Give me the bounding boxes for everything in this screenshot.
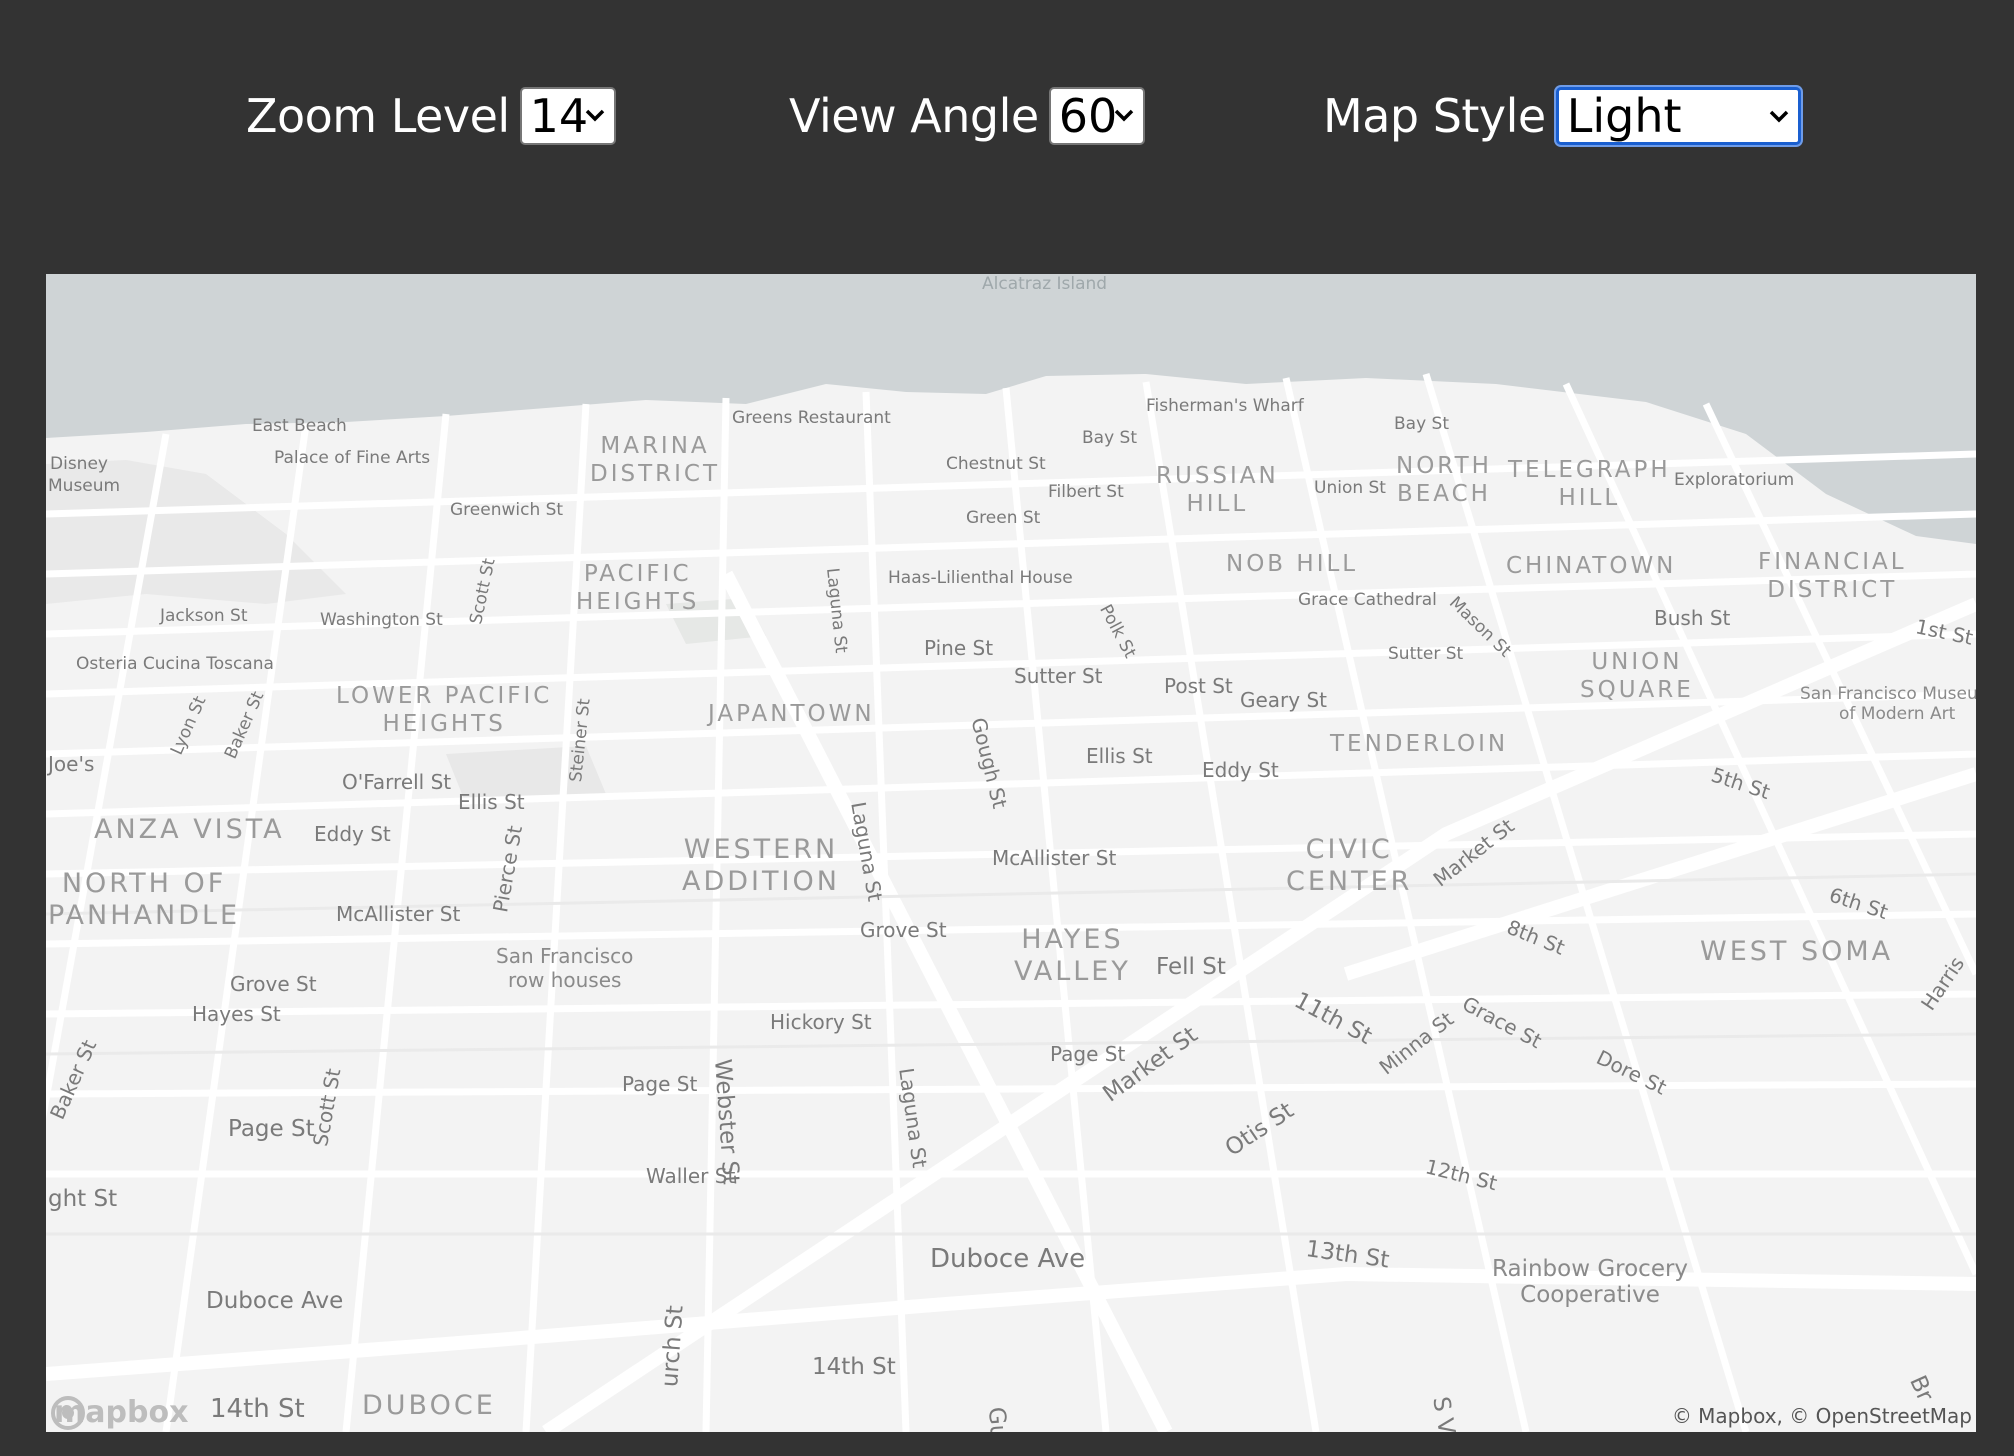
map-label: McAllister St — [992, 846, 1117, 870]
map-label: Filbert St — [1048, 482, 1124, 502]
district-label: CHINATOWN — [1506, 553, 1677, 579]
district-label: RUSSIAN HILL — [1156, 463, 1279, 517]
map-label: Rainbow Grocery Cooperative — [1492, 1256, 1689, 1308]
map-label: Disney — [50, 454, 108, 474]
map-label: San Francisco Museum of Modern Art — [1800, 684, 1976, 724]
map-label: Page St — [228, 1116, 315, 1142]
map-style-label: Map Style — [1323, 89, 1546, 143]
district-label: FINANCIAL DISTRICT — [1758, 549, 1907, 603]
view-angle-value: 60 — [1058, 89, 1118, 143]
district-label: JAPANTOWN — [708, 701, 875, 727]
map-label: Jackson St — [160, 606, 248, 626]
map-label: Bay St — [1394, 414, 1450, 434]
map-label: Grove St — [860, 918, 947, 942]
map-label: Gue — [983, 1406, 1013, 1432]
district-label: WEST SOMA — [1700, 936, 1894, 967]
district-label: NORTH BEACH — [1396, 453, 1492, 507]
map-label: Washington St — [320, 610, 443, 630]
map-label: Palace of Fine Arts — [274, 448, 431, 468]
map-label: Sutter St — [1388, 644, 1464, 664]
district-label: NORTH OF PANHANDLE — [48, 868, 241, 931]
map-label: Bush St — [1654, 606, 1731, 630]
map-label: Page St — [622, 1072, 698, 1096]
district-label: NOB HILL — [1226, 551, 1359, 577]
map-style-control: Map Style Light — [1323, 84, 1801, 148]
mapbox-logo-icon — [51, 1396, 85, 1430]
map-label: Haas-Lilienthal House — [888, 568, 1073, 588]
district-label: TELEGRAPH HILL — [1508, 457, 1671, 511]
map-label: Duboce Ave — [930, 1244, 1086, 1274]
district-label: MARINA DISTRICT — [590, 433, 721, 487]
map-label: Alcatraz Island — [982, 274, 1108, 294]
map-label: 14th St — [812, 1354, 896, 1380]
district-label: CIVIC CENTER — [1286, 834, 1413, 897]
map-label: Sutter St — [1014, 664, 1103, 688]
map-label: Ellis St — [458, 790, 525, 814]
zoom-level-label: Zoom Level — [246, 89, 510, 143]
map-label: Fisherman's Wharf — [1146, 396, 1304, 416]
map-label: O'Farrell St — [342, 770, 452, 794]
district-label: HAYES VALLEY — [1014, 924, 1131, 987]
chevron-down-icon — [585, 109, 604, 122]
map-controls: Zoom Level 14 View Angle 60 Map Style Li… — [0, 0, 2014, 230]
map-label: East Beach — [252, 416, 347, 436]
view-angle-label: View Angle — [789, 89, 1039, 143]
district-label: TENDERLOIN — [1330, 731, 1509, 757]
map-style-select[interactable]: Light — [1555, 87, 1801, 145]
map-label: Hickory St — [770, 1010, 872, 1034]
map-canvas[interactable]: Alcatraz Island East Beach Palace of Fin… — [46, 274, 1976, 1432]
chevron-down-icon — [1769, 110, 1788, 123]
map-label: Eddy St — [1202, 758, 1279, 782]
map-label: Fell St — [1156, 954, 1226, 980]
map-label: Duboce Ave — [206, 1288, 344, 1314]
district-label: LOWER PACIFIC HEIGHTS — [336, 683, 553, 737]
district-label: DUBOCE — [362, 1390, 496, 1421]
district-label: WESTERN ADDITION — [682, 834, 840, 897]
map-label: Museum — [48, 476, 121, 496]
map-label: Geary St — [1240, 688, 1328, 712]
map-label: Greens Restaurant — [732, 408, 891, 428]
map-label: ght St — [48, 1186, 118, 1212]
view-angle-select[interactable]: 60 — [1048, 87, 1145, 145]
view-angle-control: View Angle 60 — [789, 84, 1145, 148]
map-label: Pine St — [924, 636, 994, 660]
district-label: PACIFIC HEIGHTS — [576, 561, 700, 615]
map-label: Page St — [1050, 1042, 1126, 1066]
map-label: Hayes St — [192, 1002, 281, 1026]
map-label: Greenwich St — [450, 500, 564, 520]
map-label: Grove St — [230, 972, 317, 996]
zoom-level-select[interactable]: 14 — [519, 87, 616, 145]
map-label: Chestnut St — [946, 454, 1046, 474]
map-label: 14th St — [210, 1394, 305, 1424]
mapbox-logo[interactable]: mapbox — [50, 1395, 188, 1430]
map-label: Exploratorium — [1674, 470, 1795, 490]
map-label: Green St — [966, 508, 1041, 528]
zoom-level-control: Zoom Level 14 — [246, 84, 616, 148]
district-label: UNION SQUARE — [1580, 649, 1694, 703]
map-label: Waller St — [646, 1164, 736, 1188]
district-label: ANZA VISTA — [94, 814, 285, 845]
map-label: Bay St — [1082, 428, 1138, 448]
map-label: Grace Cathedral — [1298, 590, 1437, 610]
map-label: Ellis St — [1086, 744, 1153, 768]
map-label: Eddy St — [314, 822, 391, 846]
map-label: McAllister St — [336, 902, 461, 926]
map-style-value: Light — [1566, 89, 1682, 143]
map-label: San Francisco row houses — [496, 944, 634, 992]
map-label: Osteria Cucina Toscana — [76, 654, 274, 674]
zoom-level-value: 14 — [529, 89, 589, 143]
chevron-down-icon — [1114, 109, 1133, 122]
map-label: Post St — [1164, 674, 1233, 698]
map-label: Union St — [1314, 478, 1386, 498]
map-label: Joe's — [48, 752, 95, 776]
map-attribution[interactable]: © Mapbox, © OpenStreetMap — [1672, 1404, 1972, 1428]
